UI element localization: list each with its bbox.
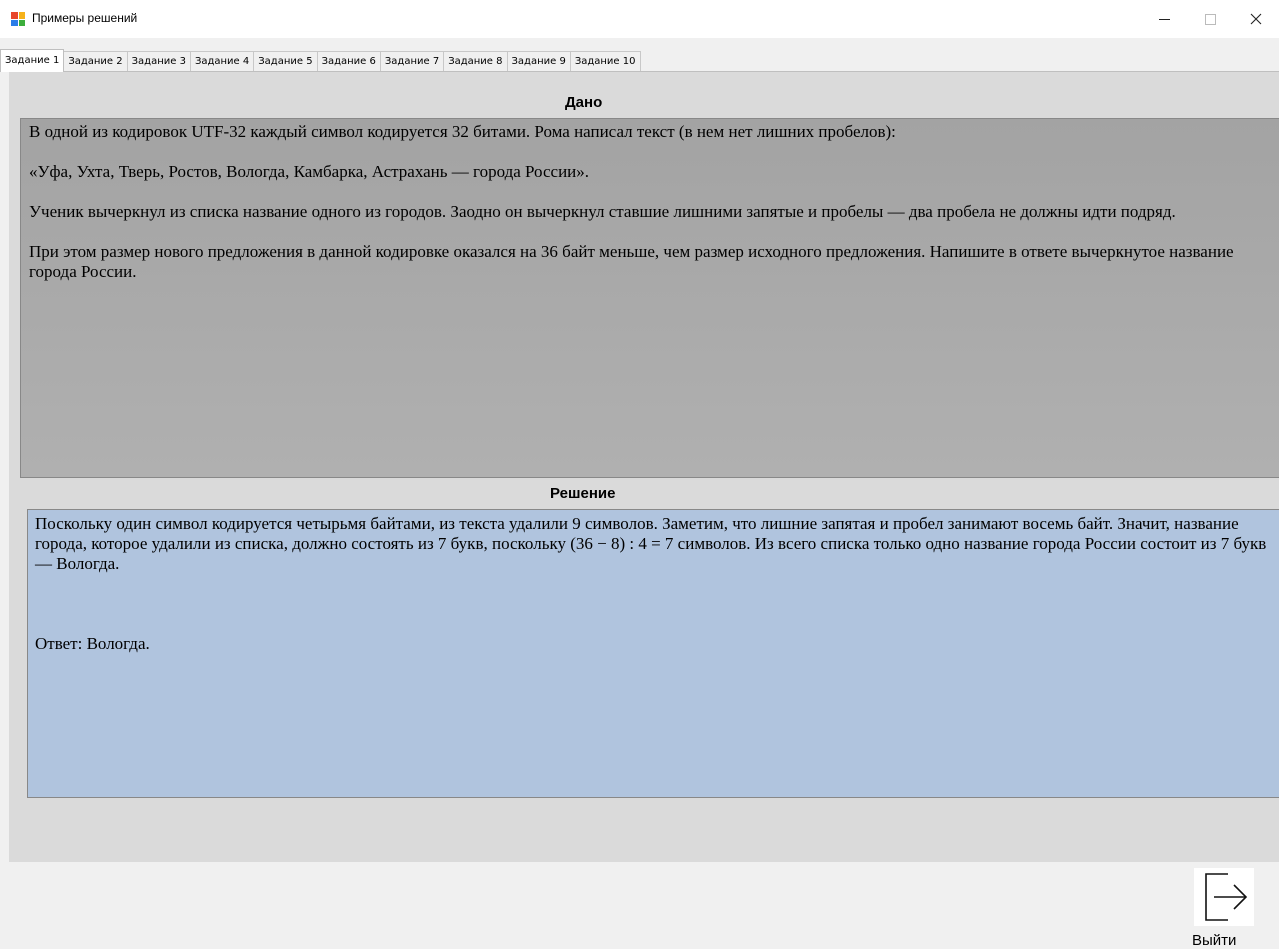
maximize-icon [1204,13,1216,25]
solution-text: Поскольку один символ кодируется четырьм… [35,514,1267,573]
app-icon [11,12,25,26]
given-paragraph: При этом размер нового предложения в дан… [29,242,1234,281]
close-icon [1250,13,1262,25]
solution-textbox[interactable]: Поскольку один символ кодируется четырьм… [27,509,1279,798]
tab-panel: Дано В одной из кодировок UTF-32 каждый … [9,71,1279,863]
tab-zadanie-8[interactable]: Задание 8 [443,51,508,72]
tab-strip: Задание 1 Задание 2 Задание 3 Задание 4 Зада… [0,49,1279,72]
tab-zadanie-10[interactable]: Задание 10 [569,51,641,72]
window-title: Примеры решений [32,11,138,25]
tab-zadanie-1[interactable]: Задание 1 [0,49,65,72]
given-paragraph: «Уфа, Ухта, Тверь, Ростов, Вологда, Камб… [29,162,590,181]
title-bar: Примеры решений [0,0,1279,38]
solution-label: Решение [550,485,616,502]
given-label: Дано [565,94,603,111]
exit-arrow-icon [1194,868,1254,926]
tab-zadanie-4[interactable]: Задание 4 [189,51,255,72]
solution-answer: Ответ: Вологда. [35,634,150,653]
close-button[interactable] [1233,0,1279,38]
tab-zadanie-5[interactable]: Задание 5 [253,51,318,72]
maximize-button[interactable] [1187,0,1233,38]
tab-zadanie-2[interactable]: Задание 2 [63,51,128,72]
minimize-icon [1158,18,1170,20]
minimize-button[interactable] [1141,0,1187,38]
tab-zadanie-3[interactable]: Задание 3 [126,51,191,72]
given-textbox[interactable]: В одной из кодировок UTF-32 каждый симво… [20,118,1279,478]
given-paragraph: Ученик вычеркнул из списка название одно… [29,202,1176,221]
tab-zadanie-9[interactable]: Задание 9 [506,51,571,72]
exit-button[interactable]: Выйти [1186,868,1254,949]
exit-button-label: Выйти [1192,932,1237,949]
tab-zadanie-6[interactable]: Задание 6 [316,51,381,72]
bottom-bar [0,862,1279,943]
tab-zadanie-7[interactable]: Задание 7 [379,51,445,72]
given-paragraph: В одной из кодировок UTF-32 каждый симво… [29,122,896,141]
